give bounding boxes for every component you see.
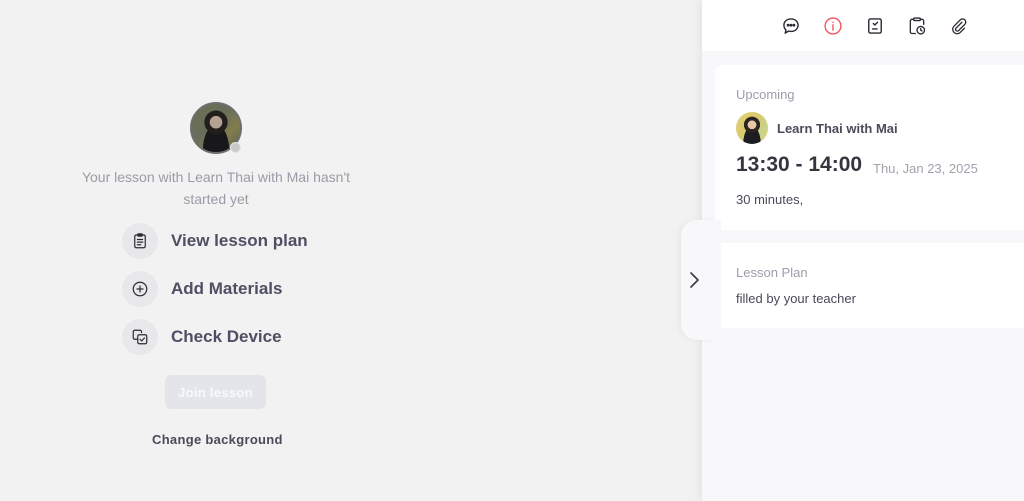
links-tab[interactable]	[948, 15, 969, 36]
device-check-icon	[122, 319, 158, 355]
lesson-plan-card: Lesson Plan filled by your teacher	[715, 243, 1024, 328]
plus-circle-icon	[122, 271, 158, 307]
teacher-avatar	[190, 102, 242, 154]
collapse-sidebar-toggle[interactable]	[681, 220, 721, 340]
pre-lesson-area: Your lesson with Learn Thai with Mai has…	[0, 0, 702, 501]
upcoming-lesson-card: Upcoming Learn Thai with Mai 13:30 - 14:…	[715, 65, 1024, 230]
lesson-sidebar: Upcoming Learn Thai with Mai 13:30 - 14:…	[702, 0, 1024, 501]
lesson-duration: 30 minutes,	[736, 192, 804, 207]
teacher-name: Learn Thai with Mai	[777, 120, 898, 136]
check-device-label: Check Device	[171, 327, 282, 346]
lesson-plan-text: filled by your teacher	[736, 291, 856, 306]
sidebar-toolbar	[702, 0, 1024, 51]
upcoming-label: Upcoming	[736, 87, 795, 102]
join-lesson-button[interactable]: Join lesson	[165, 375, 266, 409]
lesson-date: Thu, Jan 23, 2025	[873, 161, 978, 176]
chat-icon	[782, 17, 799, 34]
info-tab[interactable]	[822, 15, 843, 36]
pre-lesson-actions: View lesson plan Add Materials Check Dev…	[122, 223, 308, 367]
view-lesson-plan-button[interactable]: View lesson plan	[122, 223, 308, 259]
task-icon	[867, 17, 882, 34]
lesson-history-tab[interactable]	[906, 15, 927, 36]
offline-status-dot	[230, 142, 241, 153]
teacher-avatar-small	[736, 112, 768, 144]
lesson-not-started-notice: Your lesson with Learn Thai with Mai has…	[81, 169, 351, 207]
clipboard-clock-icon	[909, 16, 925, 35]
add-materials-label: Add Materials	[171, 279, 283, 298]
tasks-tab[interactable]	[864, 15, 885, 36]
view-lesson-plan-label: View lesson plan	[171, 231, 308, 250]
check-device-button[interactable]: Check Device	[122, 319, 308, 355]
clipboard-icon	[122, 223, 158, 259]
change-background-link[interactable]: Change background	[152, 432, 283, 447]
link-icon	[951, 17, 966, 34]
add-materials-button[interactable]: Add Materials	[122, 271, 308, 307]
lesson-time: 13:30 - 14:00	[736, 153, 863, 176]
lesson-plan-label: Lesson Plan	[736, 265, 808, 280]
teacher-row: Learn Thai with Mai	[736, 112, 898, 144]
chevron-right-icon	[690, 272, 699, 288]
chat-tab[interactable]	[780, 15, 801, 36]
info-icon	[823, 16, 842, 35]
